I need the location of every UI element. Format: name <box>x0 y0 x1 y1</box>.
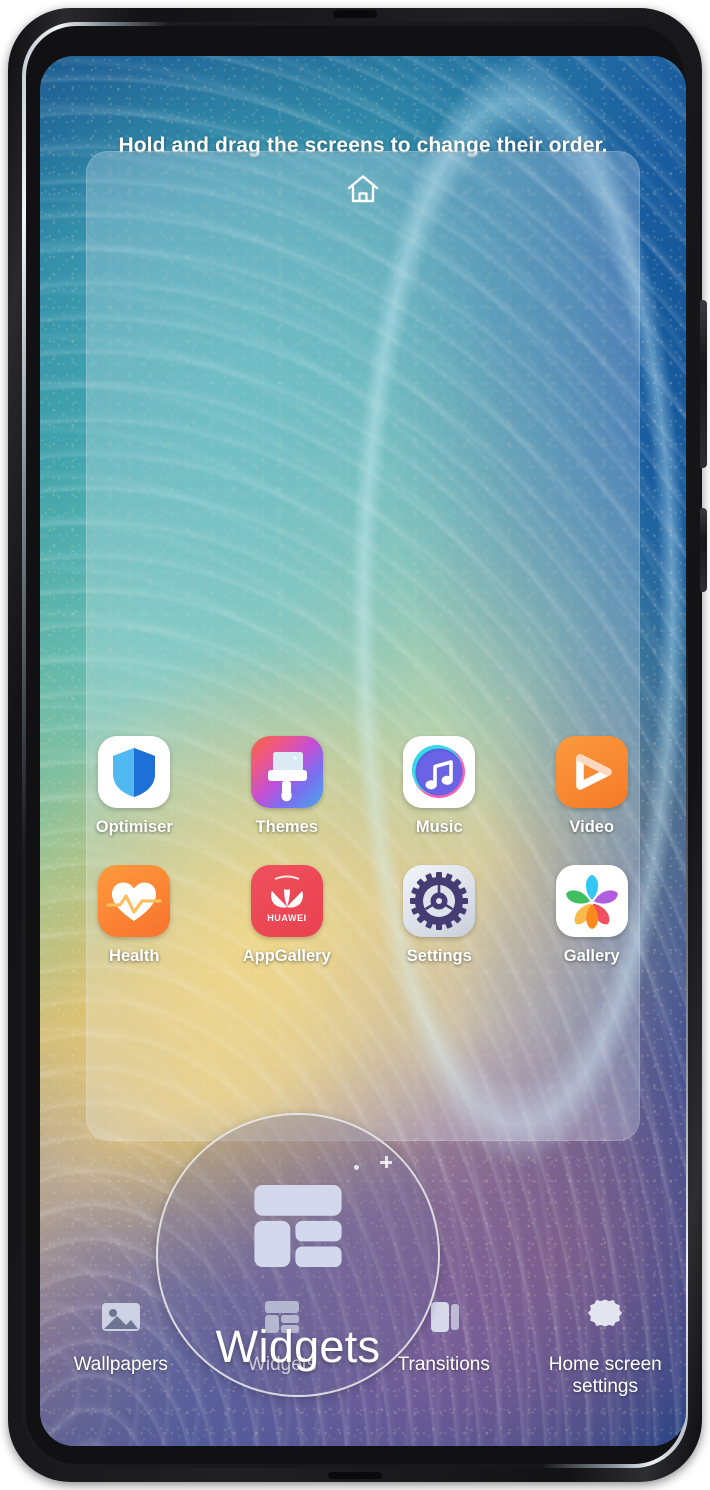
app-item-health[interactable]: Health <box>58 865 211 966</box>
app-label: Settings <box>406 947 472 965</box>
earpiece-speaker <box>333 10 377 18</box>
phone-frame: Hold and drag the screens to change thei… <box>8 8 707 1482</box>
magnifier-label: Widgets <box>215 1321 381 1372</box>
music-note-icon[interactable] <box>403 736 476 808</box>
magnifier-lens: Widgets <box>156 1113 440 1397</box>
home-icon[interactable] <box>346 173 380 205</box>
toolbar-label: Home screen settings <box>548 1353 662 1397</box>
app-label: AppGallery <box>242 947 331 965</box>
widgets-grid-icon <box>254 1184 342 1268</box>
volume-button[interactable] <box>700 300 707 468</box>
gallery-flower-icon[interactable] <box>555 865 628 937</box>
svg-text:HUAWEI: HUAWEI <box>267 913 307 923</box>
charging-port <box>328 1472 382 1479</box>
appgallery-huawei-icon[interactable]: HUAWEI <box>250 865 323 937</box>
toolbar-label: Wallpapers <box>73 1353 168 1375</box>
toolbar-label: Transitions <box>397 1353 490 1375</box>
app-item-settings[interactable]: Settings <box>363 865 516 966</box>
power-button[interactable] <box>700 508 707 592</box>
app-label: Gallery <box>563 947 620 965</box>
video-play-icon[interactable] <box>555 736 628 808</box>
app-item-music[interactable]: Music <box>363 736 516 837</box>
phone-screen[interactable]: Hold and drag the screens to change thei… <box>40 56 686 1446</box>
themes-brush-icon[interactable] <box>250 736 323 808</box>
toolbar-item-home-screen-settings[interactable]: Home screen settings <box>525 1294 687 1398</box>
app-item-appgallery[interactable]: HUAWEI AppGallery <box>211 865 364 966</box>
optimiser-shield-icon[interactable] <box>98 736 171 808</box>
app-item-optimiser[interactable]: Optimiser <box>58 736 211 837</box>
home-screen-preview-card[interactable] <box>86 151 640 1141</box>
app-label: Music <box>415 818 463 836</box>
app-label: Video <box>569 818 615 836</box>
sparkle-plus-icon <box>385 1156 388 1168</box>
settings-gear-icon[interactable] <box>403 865 476 937</box>
app-item-video[interactable]: Video <box>516 736 669 837</box>
app-item-themes[interactable]: Themes <box>211 736 364 837</box>
sparkle-dot-icon <box>354 1165 359 1170</box>
app-label: Health <box>109 947 160 965</box>
app-label: Themes <box>255 818 318 836</box>
health-heart-icon[interactable] <box>98 865 171 937</box>
wallpaper-image-icon[interactable] <box>98 1294 144 1340</box>
app-grid: Optimiser Themes Music Video Health HUAW… <box>58 736 668 966</box>
app-item-gallery[interactable]: Gallery <box>516 865 669 966</box>
app-label: Optimiser <box>95 818 173 836</box>
home-settings-gear-icon[interactable] <box>582 1294 628 1340</box>
